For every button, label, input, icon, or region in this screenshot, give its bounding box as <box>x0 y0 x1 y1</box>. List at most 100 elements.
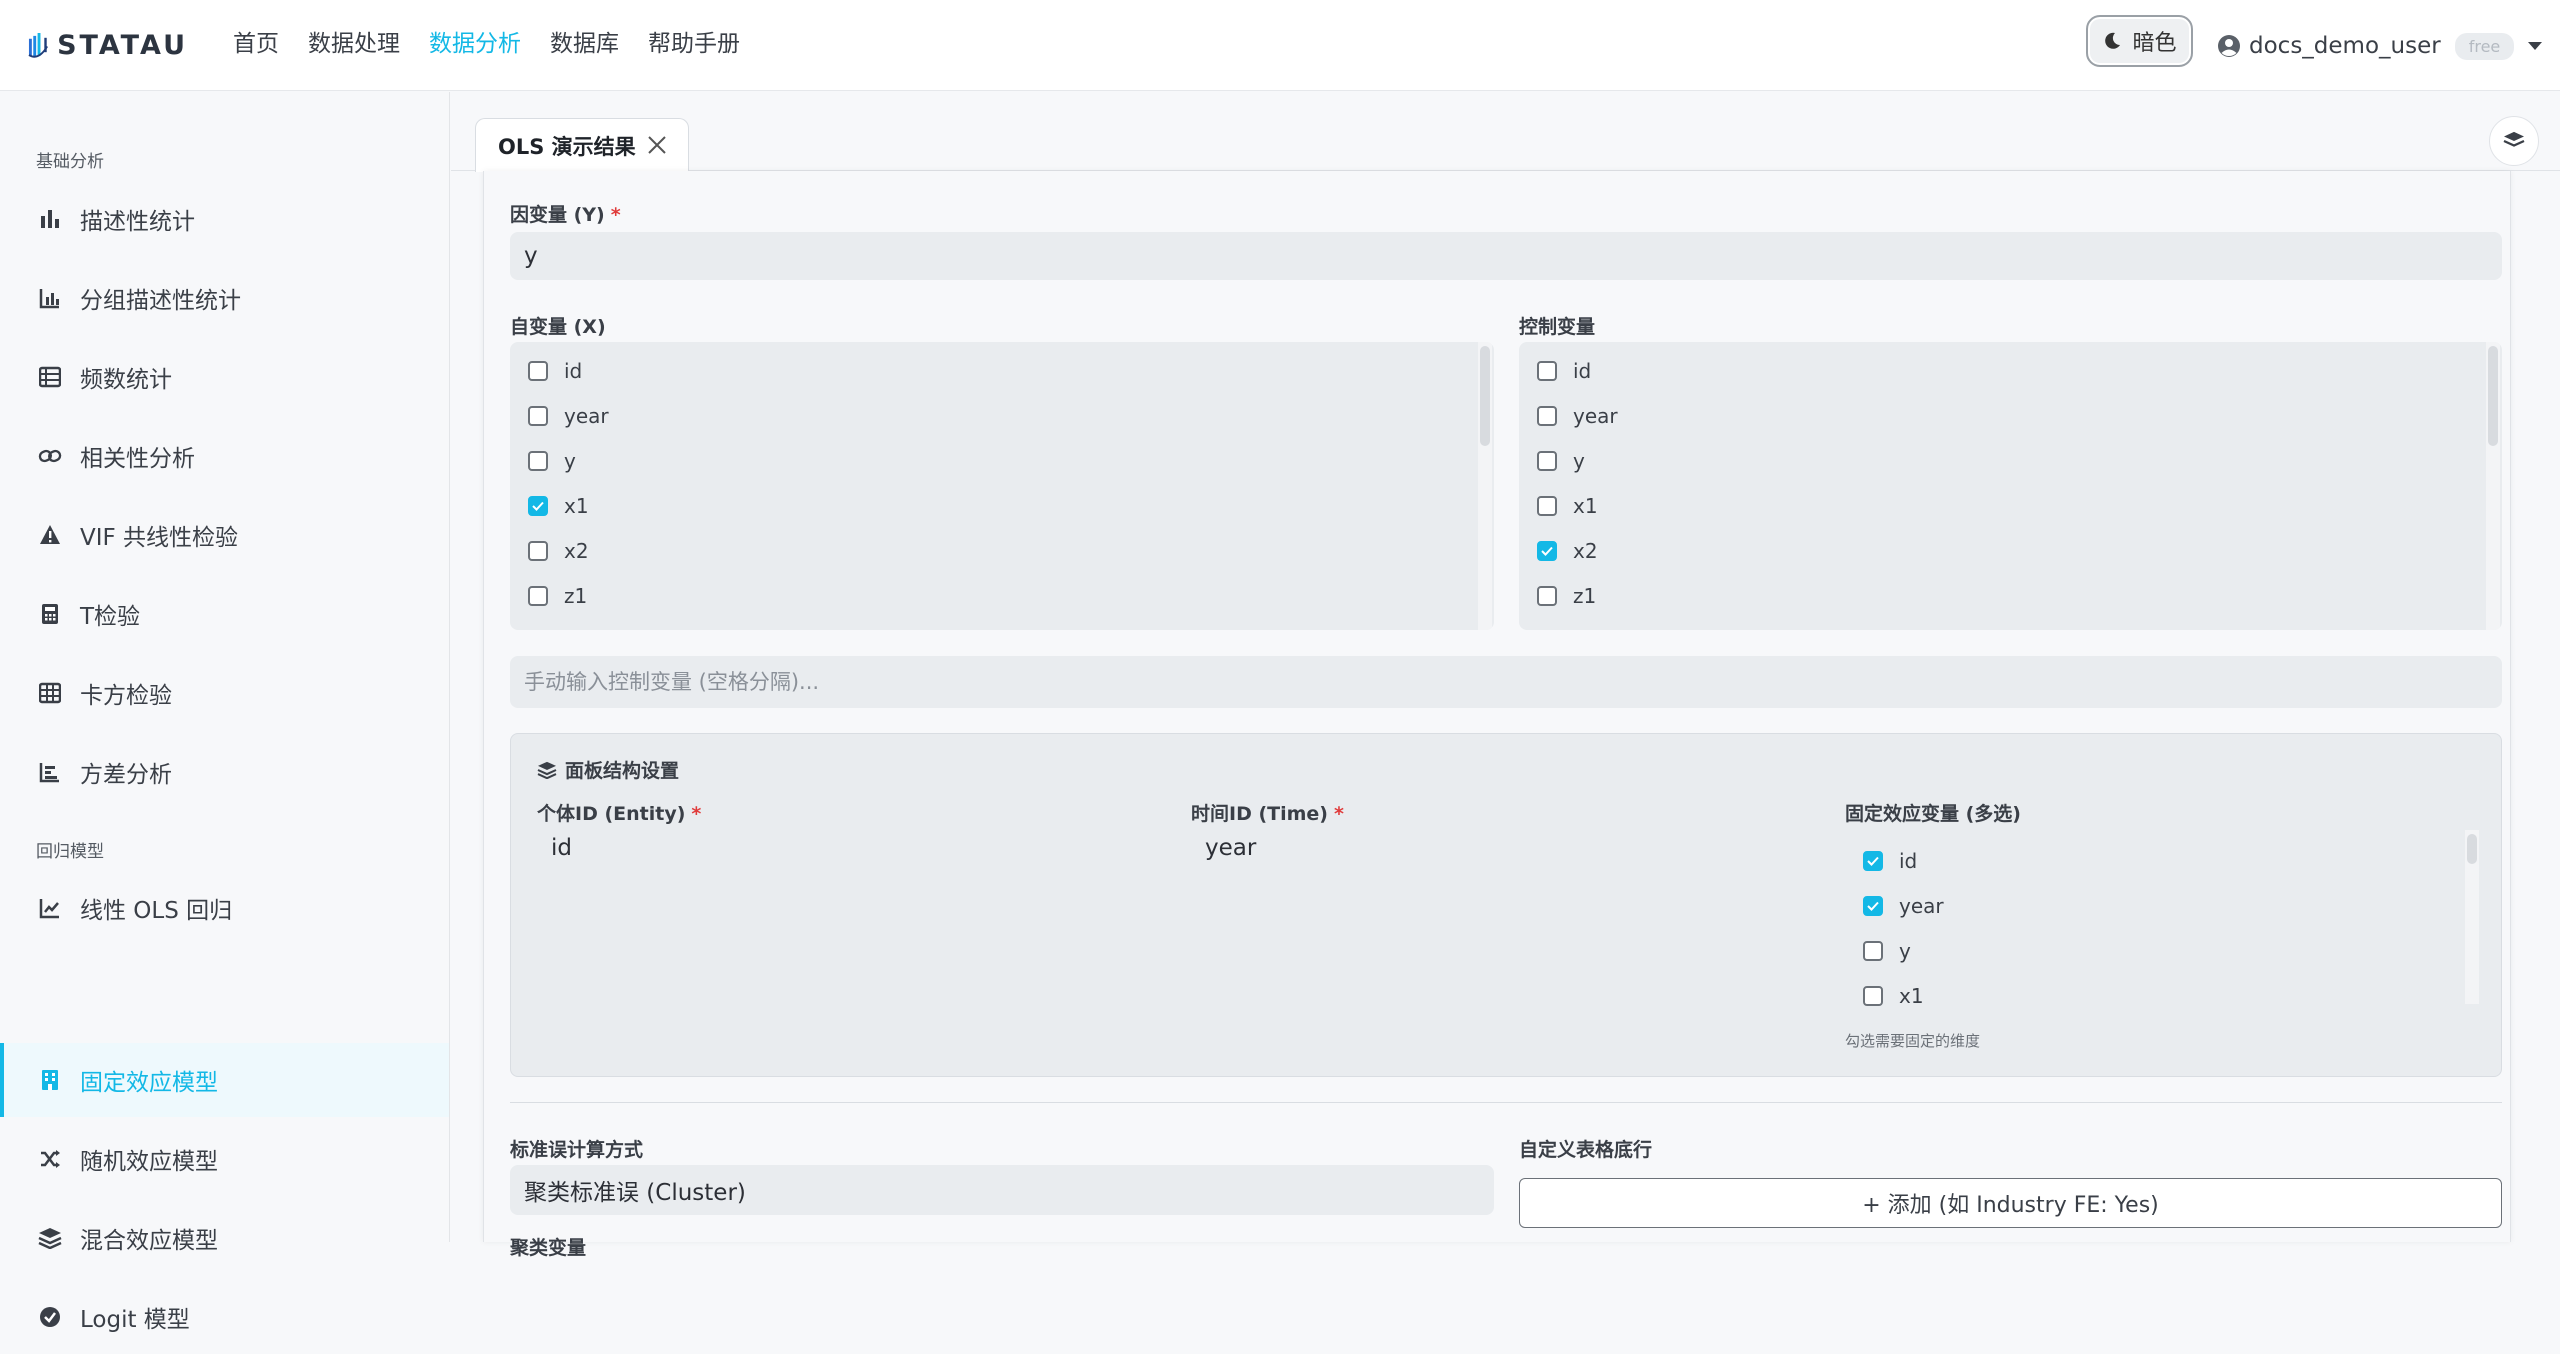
sidebar-item-chi-square[interactable]: 卡方检验 <box>0 656 449 730</box>
se-method-value: 聚类标准误 (Cluster) <box>524 1180 746 1206</box>
independent-option-z1[interactable]: z1 <box>528 581 587 611</box>
entity-id-select[interactable]: id <box>537 826 1157 870</box>
add-footer-row-button[interactable]: + 添加 (如 Industry FE: Yes) <box>1519 1178 2502 1228</box>
check-icon <box>532 501 544 511</box>
checkbox-checked[interactable] <box>1537 541 1557 561</box>
sidebar-item-frequency[interactable]: 频数统计 <box>0 340 449 414</box>
checkbox[interactable] <box>1863 941 1883 961</box>
layers-icon <box>537 761 557 779</box>
sidebar-item-label: T检验 <box>80 604 141 630</box>
fixed-effect-option-y[interactable]: y <box>1863 936 1911 966</box>
control-var-list[interactable]: id year y x1 x2 z1 <box>1519 342 2502 630</box>
checkbox[interactable] <box>528 586 548 606</box>
scrollbar-thumb[interactable] <box>2488 346 2498 446</box>
control-option-year[interactable]: year <box>1537 401 1618 431</box>
checkbox[interactable] <box>1537 451 1557 471</box>
checkbox[interactable] <box>1537 586 1557 606</box>
fixed-effect-option-year[interactable]: year <box>1863 891 1944 921</box>
fixed-effect-option-x1[interactable]: x1 <box>1863 981 1924 1011</box>
nav-help-manual[interactable]: 帮助手册 <box>648 26 740 62</box>
independent-option-x1[interactable]: x1 <box>528 491 589 521</box>
checkbox[interactable] <box>528 451 548 471</box>
independent-var-list[interactable]: id year y x1 x2 z1 <box>510 342 1494 630</box>
checkbox[interactable] <box>528 361 548 381</box>
sidebar-section-regression: 回归模型 <box>36 842 104 862</box>
nav-database[interactable]: 数据库 <box>550 26 619 62</box>
control-option-y[interactable]: y <box>1537 446 1585 476</box>
logo[interactable]: STATAU <box>28 18 188 72</box>
control-option-x1[interactable]: x1 <box>1537 491 1598 521</box>
nav-home[interactable]: 首页 <box>233 26 279 62</box>
se-method-select[interactable]: 聚类标准误 (Cluster) <box>510 1165 1494 1215</box>
moon-icon <box>2105 32 2121 49</box>
sidebar-item-fixed-effects[interactable]: 固定效应模型 <box>0 1043 449 1117</box>
fixed-effect-option-id[interactable]: id <box>1863 846 1917 876</box>
control-var-label: 控制变量 <box>1519 316 1596 338</box>
control-option-x2[interactable]: x2 <box>1537 536 1598 566</box>
control-option-id[interactable]: id <box>1537 356 1591 386</box>
time-id-label: 时间ID (Time) * <box>1191 799 1344 826</box>
sidebar-item-anova[interactable]: 方差分析 <box>0 735 449 809</box>
independent-option-y[interactable]: y <box>528 446 576 476</box>
checkbox[interactable] <box>528 406 548 426</box>
option-label: y <box>1573 449 1585 473</box>
sidebar-item-logit[interactable]: Logit 模型 <box>0 1280 449 1354</box>
sidebar-item-random-effects[interactable]: 随机效应模型 <box>0 1122 449 1196</box>
time-id-value: year <box>1205 835 1257 861</box>
option-label: x2 <box>564 539 589 563</box>
scrollbar[interactable] <box>2465 830 2479 1004</box>
sidebar-item-label: VIF 共线性检验 <box>80 525 239 551</box>
sidebar-item-vif[interactable]: VIF 共线性检验 <box>0 498 449 572</box>
scrollbar[interactable] <box>1478 342 1492 630</box>
tab-ols-demo-result[interactable]: OLS 演示结果 <box>475 118 689 172</box>
scrollbar-thumb[interactable] <box>1480 346 1490 446</box>
dependent-var-label-text: 因变量 (Y) <box>510 204 605 226</box>
layers-toggle-button[interactable] <box>2489 116 2539 166</box>
checkbox[interactable] <box>1863 986 1883 1006</box>
panel-structure-box: 面板结构设置 个体ID (Entity) * id 时间ID (Time) * ye… <box>510 733 2502 1077</box>
link-icon <box>38 444 62 468</box>
fixed-effects-label: 固定效应变量 (多选) <box>1845 803 2021 825</box>
time-id-select[interactable]: year <box>1191 826 1811 870</box>
scrollbar[interactable] <box>2486 342 2500 630</box>
close-icon[interactable] <box>646 134 668 156</box>
model-config-panel: 因变量 (Y) * y 自变量 (X) id year y x1 x2 z1 控制… <box>483 171 2511 1259</box>
chevron-down-icon <box>2528 42 2543 50</box>
theme-toggle-button[interactable]: 暗色 <box>2086 15 2193 67</box>
checkbox[interactable] <box>1537 496 1557 516</box>
fixed-effects-list[interactable]: id year y x1 <box>1845 830 2485 1030</box>
manual-controls-input[interactable] <box>510 656 2502 708</box>
independent-option-id[interactable]: id <box>528 356 582 386</box>
checkbox[interactable] <box>1537 406 1557 426</box>
checkbox[interactable] <box>528 541 548 561</box>
sidebar-item-mixed-effects[interactable]: 混合效应模型 <box>0 1201 449 1275</box>
required-mark: * <box>1333 803 1344 825</box>
checkbox-checked[interactable] <box>1863 851 1883 871</box>
user-menu[interactable]: docs_demo_user free <box>2217 26 2543 66</box>
grouped-chart-icon <box>38 286 62 310</box>
option-label: year <box>564 404 609 428</box>
table-list-icon <box>38 365 62 389</box>
checkbox-checked[interactable] <box>1863 896 1883 916</box>
independent-option-x2[interactable]: x2 <box>528 536 589 566</box>
sidebar-item-correlation[interactable]: 相关性分析 <box>0 419 449 493</box>
sidebar-item-grouped-descriptive[interactable]: 分组描述性统计 <box>0 261 449 335</box>
dependent-var-select[interactable]: y <box>510 232 2502 280</box>
sidebar-item-t-test[interactable]: T检验 <box>0 577 449 651</box>
sidebar-item-label: 混合效应模型 <box>80 1228 218 1254</box>
independent-option-year[interactable]: year <box>528 401 609 431</box>
sidebar-item-label: 固定效应模型 <box>80 1070 218 1096</box>
option-label: x1 <box>1899 984 1924 1008</box>
control-option-z1[interactable]: z1 <box>1537 581 1596 611</box>
grid-icon <box>38 681 62 705</box>
sidebar-item-ols[interactable]: 线性 OLS 回归 <box>0 871 449 945</box>
scrollbar-thumb[interactable] <box>2467 834 2477 864</box>
check-icon <box>1867 856 1879 866</box>
sidebar-item-descriptive-stats[interactable]: 描述性统计 <box>0 182 449 256</box>
nav-data-processing[interactable]: 数据处理 <box>308 26 400 62</box>
checkbox[interactable] <box>1537 361 1557 381</box>
nav-data-analysis[interactable]: 数据分析 <box>429 26 521 62</box>
top-navbar: STATAU 首页 数据处理 数据分析 数据库 帮助手册 暗色 docs_dem… <box>0 0 2560 91</box>
bar-chart-icon <box>38 207 62 231</box>
checkbox-checked[interactable] <box>528 496 548 516</box>
